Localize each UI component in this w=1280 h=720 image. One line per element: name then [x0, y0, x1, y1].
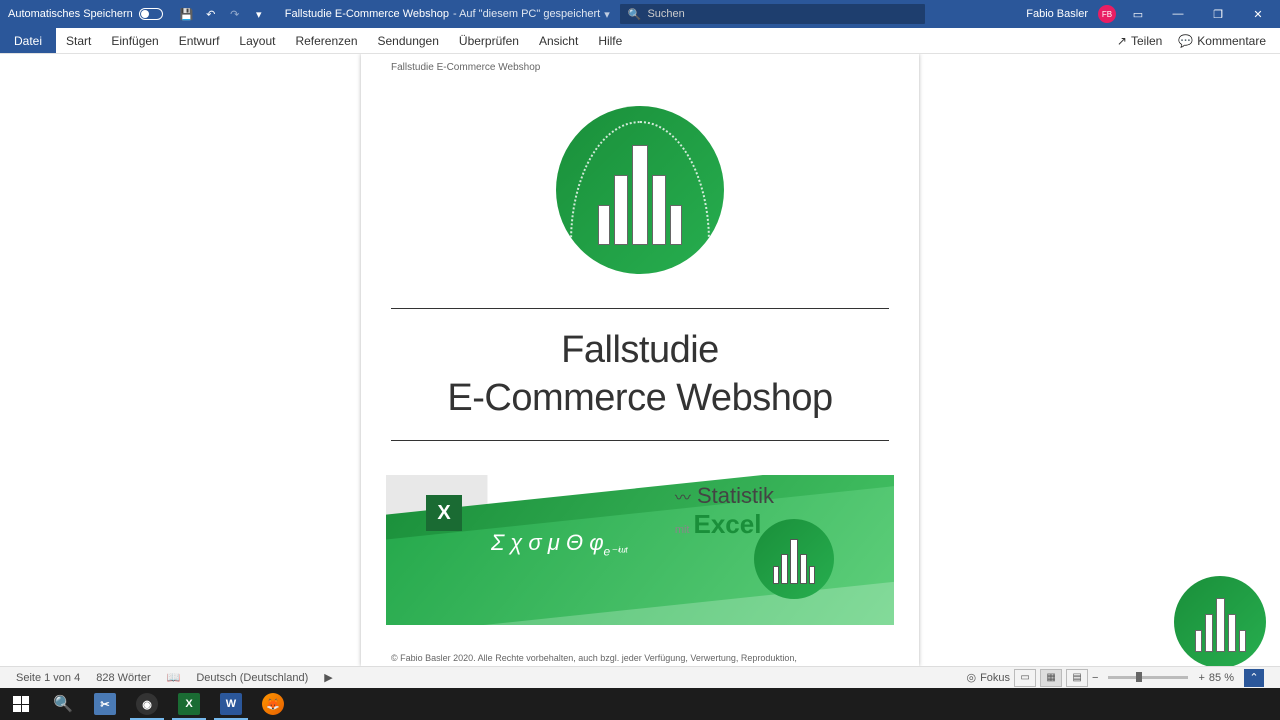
- obs-icon[interactable]: ◉: [126, 688, 168, 720]
- comments-button[interactable]: 💬Kommentare: [1172, 32, 1272, 50]
- user-avatar[interactable]: FB: [1098, 5, 1116, 23]
- quick-access-toolbar: 💾 ↶ ↷ ▾: [171, 6, 275, 22]
- zoom-in-icon[interactable]: +: [1198, 672, 1204, 684]
- greek-symbols: Σ χ σ μ Θ φe⁻ⁱᵚᵗ: [491, 530, 627, 558]
- firefox-icon[interactable]: 🦊: [252, 688, 294, 720]
- close-icon[interactable]: ✕: [1240, 0, 1276, 28]
- zoom-level[interactable]: 85 %: [1209, 672, 1234, 684]
- title-bar: Automatisches Speichern 💾 ↶ ↷ ▾ Fallstud…: [0, 0, 1280, 28]
- share-icon: ↗: [1117, 34, 1127, 48]
- separator-top: [391, 308, 889, 309]
- excel-app-icon: X: [426, 495, 462, 531]
- tab-layout[interactable]: Layout: [229, 28, 285, 53]
- zoom-slider[interactable]: [1108, 676, 1188, 679]
- search-icon: 🔍: [628, 8, 642, 21]
- comment-icon: 💬: [1178, 34, 1193, 48]
- autosave-toggle-group: Automatisches Speichern: [0, 8, 171, 20]
- windows-taskbar: 🔍 ✂ ◉ X W 🦊: [0, 688, 1280, 720]
- word-taskbar-icon[interactable]: W: [210, 688, 252, 720]
- search-taskbar-icon[interactable]: 🔍: [42, 688, 84, 720]
- save-icon[interactable]: 💾: [179, 6, 195, 22]
- start-button[interactable]: [0, 688, 42, 720]
- page-indicator[interactable]: Seite 1 von 4: [8, 672, 88, 684]
- copyright-text: © Fabio Basler 2020. Alle Rechte vorbeha…: [391, 653, 889, 663]
- ribbon-collapse-icon[interactable]: ⌃: [1244, 669, 1264, 687]
- snip-icon[interactable]: ✂: [84, 688, 126, 720]
- read-mode-icon[interactable]: ▭: [1014, 669, 1036, 687]
- tab-sendungen[interactable]: Sendungen: [368, 28, 449, 53]
- document-page[interactable]: Fallstudie E-Commerce Webshop Fallstudie…: [361, 54, 919, 666]
- tab-referenzen[interactable]: Referenzen: [285, 28, 367, 53]
- logo-container: [391, 106, 889, 274]
- excel-banner: X Σ χ σ μ Θ φe⁻ⁱᵚᵗ 〰 Statistik mitExcel: [386, 475, 894, 625]
- focus-mode[interactable]: ◎Fokus: [966, 671, 1010, 684]
- macro-icon[interactable]: ▶: [316, 671, 340, 684]
- search-input[interactable]: [647, 8, 916, 20]
- title-dropdown-icon[interactable]: ▾: [604, 8, 610, 21]
- tab-ansicht[interactable]: Ansicht: [529, 28, 588, 53]
- tab-einfuegen[interactable]: Einfügen: [101, 28, 168, 53]
- document-title-area: Fallstudie E-Commerce Webshop - Auf "die…: [275, 8, 620, 21]
- minimize-icon[interactable]: —: [1160, 0, 1196, 28]
- page-header: Fallstudie E-Commerce Webshop: [391, 54, 889, 76]
- web-layout-icon[interactable]: ▤: [1066, 669, 1088, 687]
- banner-title: 〰 Statistik mitExcel: [675, 483, 774, 540]
- autosave-label: Automatisches Speichern: [8, 8, 133, 20]
- ribbon-right: ↗Teilen 💬Kommentare: [1111, 32, 1280, 50]
- document-main-title: Fallstudie E-Commerce Webshop: [391, 327, 889, 422]
- bar-chart-icon: [585, 135, 695, 245]
- print-layout-icon[interactable]: ▦: [1040, 669, 1062, 687]
- status-bar: Seite 1 von 4 828 Wörter 📖 Deutsch (Deut…: [0, 666, 1280, 688]
- small-statistics-logo: [754, 519, 834, 599]
- document-canvas[interactable]: Fallstudie E-Commerce Webshop Fallstudie…: [0, 54, 1280, 666]
- language-indicator[interactable]: Deutsch (Deutschland): [188, 672, 316, 684]
- search-box[interactable]: 🔍: [620, 4, 925, 24]
- spellcheck-icon[interactable]: 📖: [159, 671, 189, 684]
- autosave-toggle[interactable]: [139, 8, 163, 20]
- tab-hilfe[interactable]: Hilfe: [588, 28, 632, 53]
- user-name[interactable]: Fabio Basler: [1020, 8, 1094, 20]
- tab-start[interactable]: Start: [56, 28, 101, 53]
- redo-icon[interactable]: ↷: [227, 6, 243, 22]
- word-count[interactable]: 828 Wörter: [88, 672, 158, 684]
- ribbon-display-icon[interactable]: ▭: [1120, 0, 1156, 28]
- tab-datei[interactable]: Datei: [0, 28, 56, 53]
- maximize-icon[interactable]: ❐: [1200, 0, 1236, 28]
- separator-bottom: [391, 440, 889, 441]
- undo-icon[interactable]: ↶: [203, 6, 219, 22]
- zoom-out-icon[interactable]: −: [1092, 672, 1098, 684]
- title-bar-right: Fabio Basler FB ▭ — ❐ ✕: [1020, 0, 1280, 28]
- share-button[interactable]: ↗Teilen: [1111, 32, 1168, 50]
- qat-dropdown-icon[interactable]: ▾: [251, 6, 267, 22]
- focus-icon: ◎: [966, 671, 976, 684]
- tab-ueberpruefen[interactable]: Überprüfen: [449, 28, 529, 53]
- status-right: ◎Fokus ▭ ▦ ▤ − + 85 % ⌃: [958, 669, 1272, 687]
- ribbon-tabs: Datei Start Einfügen Entwurf Layout Refe…: [0, 28, 1280, 54]
- statistics-logo: [556, 106, 724, 274]
- tab-entwurf[interactable]: Entwurf: [169, 28, 230, 53]
- excel-taskbar-icon[interactable]: X: [168, 688, 210, 720]
- chart-line-icon: 〰: [675, 490, 691, 507]
- document-name[interactable]: Fallstudie E-Commerce Webshop: [285, 8, 449, 20]
- floating-watermark-logo: [1174, 576, 1266, 668]
- saved-location: - Auf "diesem PC" gespeichert: [453, 8, 600, 20]
